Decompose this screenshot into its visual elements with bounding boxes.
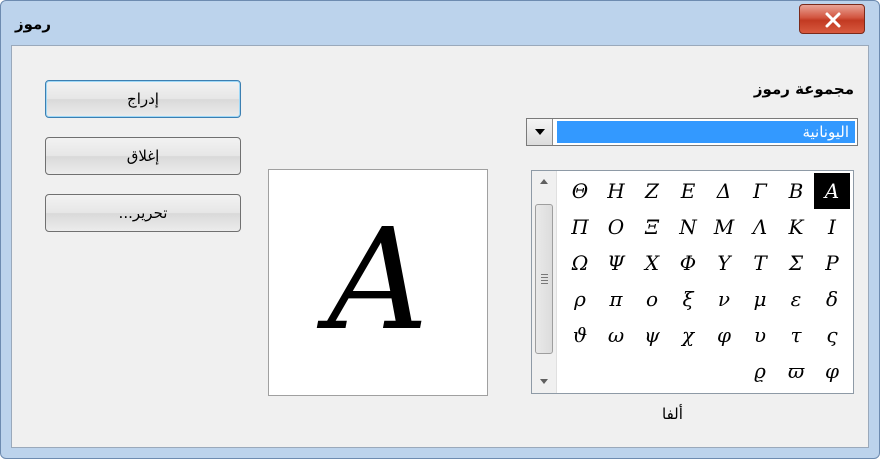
window-close-button[interactable] [799, 4, 865, 34]
symbol-cell[interactable]: ω [598, 317, 634, 353]
symbol-cell[interactable]: ε [778, 281, 814, 317]
symbol-cell[interactable]: Μ [706, 209, 742, 245]
symbol-cell[interactable]: Ε [670, 173, 706, 209]
symbol-cell[interactable]: Γ [742, 173, 778, 209]
symbol-preview: A [268, 169, 488, 396]
symbols-dialog: رموز إدراج إغلاق تحرير... A مجموعة رموز … [0, 0, 880, 459]
symbol-grid-scrollbar[interactable] [532, 171, 557, 393]
symbol-cells: ΑΒΓΔΕΖΗΘΙΚΛΜΝΞΟΠΡΣΤΥΦΧΨΩδεμνξοπρςτυφχψωϑ… [562, 171, 852, 393]
symbol-grid: ΑΒΓΔΕΖΗΘΙΚΛΜΝΞΟΠΡΣΤΥΦΧΨΩδεμνξοπρςτυφχψωϑ… [531, 170, 854, 394]
symbol-cell[interactable]: Ν [670, 209, 706, 245]
symbol-cell[interactable]: Α [814, 173, 850, 209]
close-button[interactable]: إغلاق [45, 137, 241, 175]
dialog-body: إدراج إغلاق تحرير... A مجموعة رموز اليون… [11, 45, 869, 448]
scroll-thumb[interactable] [535, 204, 553, 354]
symbol-cell[interactable]: Σ [778, 245, 814, 281]
arrow-down-icon [540, 379, 548, 384]
symbol-cell[interactable]: ξ [670, 281, 706, 317]
symbol-set-dropdown[interactable]: اليونانية [526, 118, 858, 146]
symbol-cell[interactable]: ϱ [742, 353, 778, 389]
edit-button[interactable]: تحرير... [45, 194, 241, 232]
symbol-set-label: مجموعة رموز [753, 80, 854, 98]
arrow-up-icon [540, 179, 548, 184]
symbol-cell[interactable]: ρ [562, 281, 598, 317]
symbol-set-value: اليونانية [557, 121, 855, 143]
window-title: رموز [15, 15, 51, 33]
symbol-cell[interactable]: Π [562, 209, 598, 245]
symbol-cell[interactable]: Ψ [598, 245, 634, 281]
symbol-cell[interactable]: Ξ [634, 209, 670, 245]
symbol-cell[interactable]: Ω [562, 245, 598, 281]
symbol-cell[interactable]: χ [670, 317, 706, 353]
symbol-cell[interactable]: Φ [670, 245, 706, 281]
character-name: ألفا [662, 405, 683, 423]
symbol-cell[interactable]: π [598, 281, 634, 317]
symbol-cell[interactable]: φ [814, 353, 850, 389]
title-bar: رموز [1, 1, 879, 45]
symbol-cell[interactable]: Δ [706, 173, 742, 209]
symbol-cell[interactable]: Ι [814, 209, 850, 245]
symbol-cell[interactable]: Κ [778, 209, 814, 245]
symbol-cell[interactable]: ν [706, 281, 742, 317]
preview-glyph: A [327, 199, 429, 362]
symbol-cell[interactable]: τ [778, 317, 814, 353]
symbol-cell[interactable]: ο [634, 281, 670, 317]
insert-button[interactable]: إدراج [45, 80, 241, 118]
close-icon [825, 12, 841, 28]
symbol-cell[interactable]: Λ [742, 209, 778, 245]
symbol-cell[interactable]: Β [778, 173, 814, 209]
symbol-cell[interactable]: Τ [742, 245, 778, 281]
symbol-cell[interactable]: Υ [706, 245, 742, 281]
symbol-cell[interactable]: φ [706, 317, 742, 353]
symbol-cell[interactable]: υ [742, 317, 778, 353]
symbol-cell[interactable]: μ [742, 281, 778, 317]
symbol-cell[interactable]: ψ [634, 317, 670, 353]
symbol-cell[interactable]: δ [814, 281, 850, 317]
symbol-cell[interactable]: ϑ [562, 317, 598, 353]
symbol-cell[interactable]: Η [598, 173, 634, 209]
chevron-down-icon [535, 129, 545, 135]
symbol-cell[interactable]: Χ [634, 245, 670, 281]
symbol-cell[interactable]: Ρ [814, 245, 850, 281]
symbol-cell[interactable]: Ο [598, 209, 634, 245]
symbol-cell[interactable]: ϖ [778, 353, 814, 389]
symbol-cell[interactable]: ς [814, 317, 850, 353]
scroll-up-button[interactable] [532, 171, 556, 193]
dropdown-button[interactable] [527, 119, 553, 145]
symbol-cell[interactable]: Θ [562, 173, 598, 209]
symbol-cell[interactable]: Ζ [634, 173, 670, 209]
scroll-down-button[interactable] [532, 371, 556, 393]
